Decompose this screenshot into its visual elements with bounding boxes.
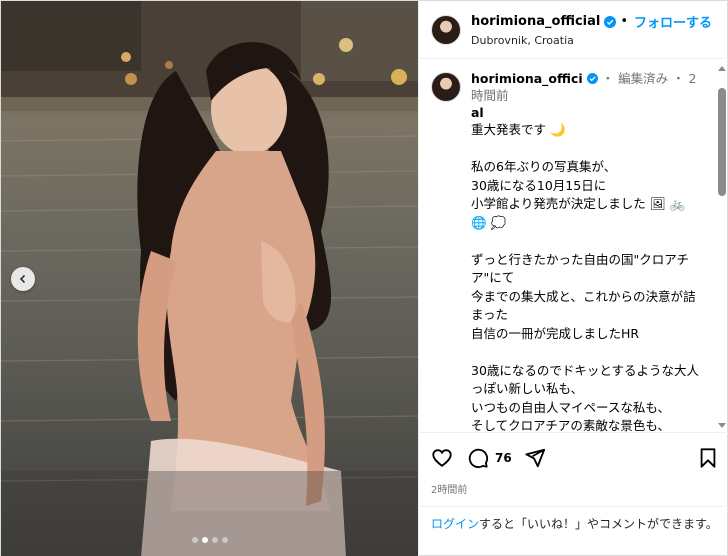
avatar[interactable] <box>431 14 461 45</box>
caption-avatar[interactable] <box>431 72 461 102</box>
photo-scene <box>1 1 418 556</box>
comment-count: 76 <box>495 451 512 465</box>
caption-scroll-area[interactable]: horimiona_offici ・ 編集済み ・ 2時間前 al 重大発表です… <box>419 60 728 432</box>
caption-username[interactable]: horimiona_offici <box>471 71 583 86</box>
carousel-dot-active[interactable] <box>201 537 208 543</box>
carousel-dot[interactable] <box>211 537 218 543</box>
carousel-prev-button[interactable] <box>11 267 35 291</box>
caption-text: 重大発表です 🌙 私の6年ぶりの写真集が、 30歳になる10月15日に 小学館よ… <box>471 122 700 432</box>
login-link[interactable]: ログイン <box>431 517 479 531</box>
login-prompt-text: すると「いいね！」やコメントができます。 <box>479 517 718 531</box>
follow-button[interactable]: フォローする <box>634 12 712 31</box>
login-prompt: ログインすると「いいね！」やコメントができます。 <box>419 506 728 541</box>
edited-label: ・ 編集済み <box>601 71 669 86</box>
actions-section: 76 2時間前 <box>419 432 728 496</box>
verified-icon <box>586 73 598 84</box>
username[interactable]: horimiona_official <box>471 14 600 29</box>
scroll-up-arrow[interactable] <box>718 66 726 71</box>
verified-icon <box>604 15 617 28</box>
bookmark-icon <box>700 448 716 468</box>
location-link[interactable]: Dubrovnik, Croatia <box>471 34 712 47</box>
heart-icon <box>432 449 452 467</box>
share-button[interactable] <box>524 447 546 469</box>
caption-header: horimiona_offici ・ 編集済み ・ 2時間前 al <box>431 70 706 121</box>
scroll-down-arrow[interactable] <box>718 423 726 428</box>
like-button[interactable] <box>431 447 453 469</box>
carousel-dot[interactable] <box>191 537 198 543</box>
save-button[interactable] <box>698 447 718 469</box>
instagram-post-embed: horimiona_official • フォローする Dubrovnik, C… <box>0 0 728 556</box>
caption-username-cont[interactable]: al <box>471 105 484 120</box>
post-header: horimiona_official • フォローする Dubrovnik, C… <box>419 1 728 59</box>
post-side-panel: horimiona_official • フォローする Dubrovnik, C… <box>418 1 728 556</box>
caption-scrollbar[interactable] <box>717 64 727 430</box>
post-timestamp: 2時間前 <box>431 485 468 496</box>
scroll-thumb[interactable] <box>718 88 726 196</box>
carousel-dot[interactable] <box>221 537 228 543</box>
share-icon <box>525 448 545 468</box>
carousel-dots <box>1 537 418 543</box>
post-photo[interactable] <box>1 1 418 556</box>
action-bar: 76 <box>431 445 718 471</box>
comment-icon <box>468 448 489 469</box>
chevron-left-icon <box>19 274 26 284</box>
comment-button[interactable]: 76 <box>467 447 512 469</box>
